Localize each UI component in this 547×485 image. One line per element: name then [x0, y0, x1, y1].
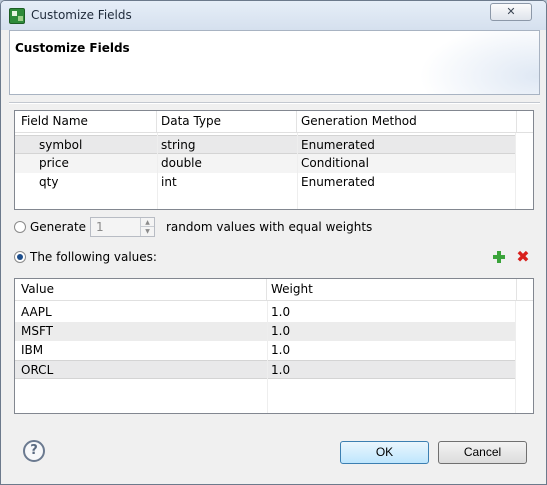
weight-cell: 1.0 [271, 305, 291, 319]
value-cell: MSFT [21, 324, 53, 338]
field-name-cell: price [39, 156, 69, 170]
generation-method-cell: Enumerated [301, 138, 375, 152]
cancel-button[interactable]: Cancel [438, 441, 527, 464]
column-divider [297, 133, 298, 209]
table-row[interactable]: qty int Enumerated [15, 173, 515, 192]
window-title: Customize Fields [31, 8, 132, 22]
banner-decoration [419, 31, 539, 94]
field-name-cell: symbol [39, 138, 83, 152]
column-divider [157, 133, 158, 209]
fields-table: Field Name Data Type Generation Method s… [14, 110, 534, 210]
column-divider [515, 133, 516, 209]
table-row[interactable]: symbol string Enumerated [15, 135, 515, 154]
column-header-value[interactable]: Value [17, 279, 267, 300]
ok-button[interactable]: OK [340, 441, 429, 464]
dialog-heading: Customize Fields [15, 41, 130, 55]
weight-cell: 1.0 [271, 324, 291, 338]
count-value: 1 [96, 220, 104, 234]
field-name-cell: qty [39, 175, 59, 189]
weight-cell: 1.0 [271, 343, 291, 357]
column-header-generation-method[interactable]: Generation Method [297, 111, 517, 132]
table-row[interactable]: MSFT 1.0 [15, 322, 515, 341]
values-table: Value Weight AAPL 1.0 MSFT 1.0 IBM 1.0 O… [14, 278, 534, 414]
table-row[interactable]: price double Conditional [15, 154, 515, 173]
add-icon[interactable] [492, 250, 506, 264]
column-divider [267, 301, 268, 413]
generate-suffix-label: random values with equal weights [166, 220, 373, 234]
following-values-label[interactable]: The following values: [30, 250, 157, 264]
count-spinner[interactable]: 1 ▲ ▼ [90, 217, 155, 237]
delete-icon[interactable]: ✖ [515, 249, 531, 265]
table-row[interactable]: IBM 1.0 [15, 341, 515, 360]
spinner-down-icon[interactable]: ▼ [140, 227, 154, 236]
header-banner: Customize Fields [9, 30, 540, 95]
value-cell: AAPL [21, 305, 52, 319]
column-header-weight[interactable]: Weight [267, 279, 517, 300]
header-separator [9, 102, 540, 104]
generate-label[interactable]: Generate [30, 220, 86, 234]
data-type-cell: double [161, 156, 202, 170]
data-type-cell: string [161, 138, 196, 152]
values-table-header: Value Weight [15, 279, 533, 301]
data-type-cell: int [161, 175, 177, 189]
weight-cell: 1.0 [271, 363, 291, 377]
column-divider [515, 301, 516, 413]
help-icon[interactable]: ? [23, 440, 45, 462]
close-button[interactable]: ✕ [490, 3, 532, 21]
generation-method-cell: Enumerated [301, 175, 375, 189]
value-cell: ORCL [21, 363, 54, 377]
generation-method-cell: Conditional [301, 156, 369, 170]
app-icon [9, 8, 25, 24]
following-values-radio[interactable] [14, 251, 26, 263]
column-header-field-name[interactable]: Field Name [17, 111, 157, 132]
value-cell: IBM [21, 343, 44, 357]
fields-table-header: Field Name Data Type Generation Method [15, 111, 533, 133]
table-row[interactable]: ORCL 1.0 [15, 360, 515, 379]
title-bar: Customize Fields ✕ [1, 1, 546, 30]
spinner-up-icon[interactable]: ▲ [140, 218, 154, 227]
dialog-window: Customize Fields ✕ Customize Fields Fiel… [0, 0, 547, 485]
generate-radio[interactable] [14, 221, 26, 233]
table-row[interactable]: AAPL 1.0 [15, 303, 515, 322]
column-header-data-type[interactable]: Data Type [157, 111, 297, 132]
